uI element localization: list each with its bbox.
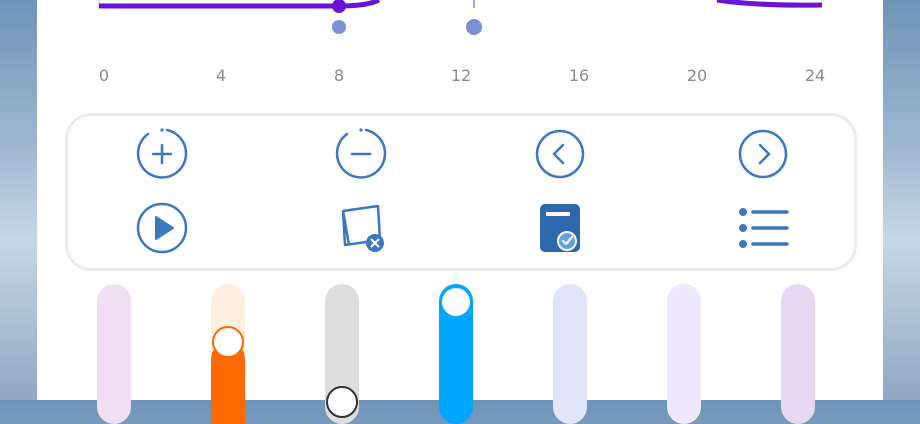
tick-label: 4	[215, 66, 227, 85]
previous-button[interactable]	[530, 124, 590, 184]
tick-label: 24	[804, 66, 826, 85]
editor-panel: 0 4 8 12 16 20 24	[37, 0, 883, 424]
tick-label: 8	[333, 66, 345, 85]
marker-12	[466, 19, 482, 35]
list-button[interactable]	[733, 198, 793, 258]
envelope-line-right	[716, 0, 823, 8]
envelope-point	[332, 0, 346, 13]
chevron-left-icon	[535, 129, 585, 179]
slider-5[interactable]	[553, 284, 587, 424]
tick-label: 20	[686, 66, 708, 85]
slider-3[interactable]	[325, 284, 359, 424]
chevron-right-icon	[738, 129, 788, 179]
marker-8	[332, 20, 346, 34]
tick-label: 16	[568, 66, 590, 85]
slider-1[interactable]	[97, 284, 131, 424]
delete-clip-button[interactable]	[331, 198, 391, 258]
slider-4-knob[interactable]	[440, 286, 472, 318]
tick-label: 12	[450, 66, 472, 85]
next-button[interactable]	[733, 124, 793, 184]
zoom-in-icon	[136, 128, 188, 179]
delete-clip-icon	[341, 204, 384, 252]
timeline[interactable]: 0 4 8 12 16 20 24	[37, 0, 883, 100]
play-icon	[136, 202, 188, 254]
save-icon	[540, 204, 580, 252]
slider-6[interactable]	[667, 284, 701, 424]
slider-7[interactable]	[781, 284, 815, 424]
save-button[interactable]	[530, 198, 590, 258]
list-icon	[739, 208, 789, 248]
slider-4[interactable]	[439, 284, 473, 424]
zoom-out-icon	[335, 128, 387, 179]
controls-card	[65, 113, 857, 271]
slider-2-knob[interactable]	[212, 326, 244, 358]
tick-label: 0	[98, 66, 110, 85]
play-button[interactable]	[132, 198, 192, 258]
zoom-in-button[interactable]	[132, 124, 192, 184]
slider-2[interactable]	[211, 284, 245, 424]
slider-3-knob[interactable]	[326, 386, 358, 418]
zoom-out-button[interactable]	[331, 124, 391, 184]
timeline-graph	[98, 0, 823, 35]
